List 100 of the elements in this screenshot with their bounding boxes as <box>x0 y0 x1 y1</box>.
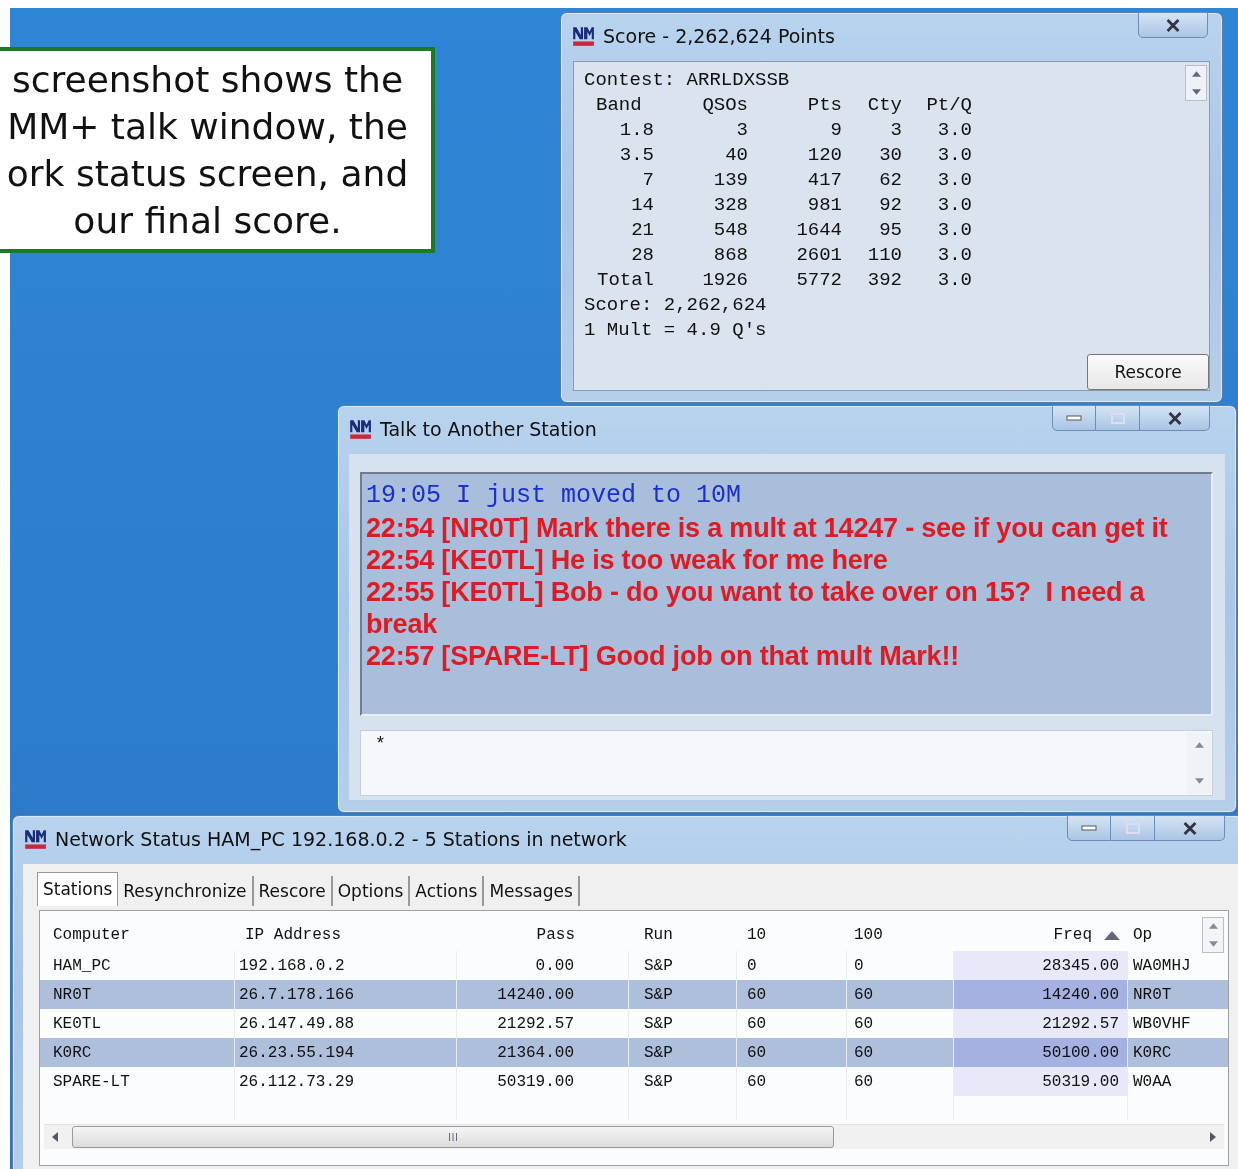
table-cell-text: 3.0 <box>936 218 972 243</box>
table-cell: 50319.00 <box>457 1067 629 1096</box>
horizontal-scrollbar[interactable] <box>44 1124 1224 1149</box>
rescore-button[interactable]: Rescore <box>1087 354 1209 390</box>
maximize-icon <box>1125 822 1140 834</box>
minimize-icon <box>1066 415 1082 421</box>
maximize-icon <box>1110 412 1125 424</box>
callout-text: our final score. <box>73 199 342 243</box>
table-cell-text: 5772 <box>795 268 842 293</box>
table-cell-text: 328 <box>712 193 748 218</box>
window-title: Score - 2,262,624 Points <box>603 25 835 47</box>
column-header[interactable]: 100 <box>847 919 954 951</box>
table-cell-text: W0AA <box>1132 1071 1173 1093</box>
column-header: Pts <box>806 93 842 118</box>
column-header[interactable]: Freq <box>954 919 1128 951</box>
table-cell-text: Total <box>596 268 654 293</box>
tab[interactable]: Resynchronize <box>118 876 254 906</box>
sort-ascending-icon <box>1104 930 1120 940</box>
message-input[interactable]: * <box>360 730 1213 796</box>
table-cell-text: 40 <box>724 143 748 168</box>
app-logo-icon <box>23 827 47 851</box>
table-cell-text: 28 <box>630 243 654 268</box>
column-header[interactable]: IP Address <box>235 919 457 951</box>
scrollbar[interactable] <box>1202 917 1224 953</box>
table-cell-text: 868 <box>712 243 748 268</box>
chat-message: 19:05 I just moved to 10M <box>366 480 743 512</box>
table-cell: SPARE-LT <box>40 1067 235 1096</box>
table-cell: 50100.00 <box>954 1038 1128 1067</box>
scroll-up-icon[interactable] <box>1191 71 1201 77</box>
table-cell: 21292.57 <box>954 1009 1128 1038</box>
maximize-button[interactable] <box>1111 815 1155 841</box>
table-cell-text: K0RC <box>1132 1042 1173 1064</box>
table-cell-text: 62 <box>878 168 902 193</box>
column-header[interactable]: Run <box>629 919 737 951</box>
tab[interactable]: Stations <box>37 872 119 906</box>
tab[interactable]: Options <box>332 876 411 906</box>
table-cell-text: 95 <box>878 218 902 243</box>
table-cell: K0RC <box>40 1038 235 1067</box>
table-cell-text: 120 <box>806 143 842 168</box>
column-header[interactable]: 10 <box>737 919 847 951</box>
tab[interactable]: Messages <box>484 876 580 906</box>
table-cell-text: 3.0 <box>936 143 972 168</box>
table-row[interactable]: K0RC 26.23.55.194 21364.00 S&P 60 60 50100.00 K0RC <box>40 1038 1228 1067</box>
table-cell: 14240.00 <box>457 980 629 1009</box>
table-cell: 26.112.73.29 <box>235 1067 457 1096</box>
column-header: Cty <box>866 93 902 118</box>
scroll-right-icon[interactable] <box>1210 1132 1216 1142</box>
table-cell: 50319.00 <box>954 1067 1128 1096</box>
table-cell: S&P <box>629 1067 737 1096</box>
table-cell: 60 <box>737 980 847 1009</box>
minimize-icon <box>1081 825 1097 831</box>
table-cell-text: 2601 <box>795 243 842 268</box>
table-cell-text: 548 <box>712 218 748 243</box>
table-cell: 60 <box>737 1067 847 1096</box>
table-row[interactable]: NR0T 26.7.178.166 14240.00 S&P 60 60 14240.00 NR0T <box>40 980 1228 1009</box>
table-cell: 60 <box>737 1038 847 1067</box>
minimize-button[interactable] <box>1067 815 1111 841</box>
chat-message: 22:57 [SPARE-LT] Good job on that mult Mark!! <box>366 640 960 672</box>
tab[interactable]: Actions <box>410 876 485 906</box>
table-cell-text: 3 <box>735 118 748 143</box>
table-cell-text: 7 <box>641 168 654 193</box>
scroll-up-icon[interactable] <box>1208 923 1218 929</box>
table-cell-text: 1.8 <box>618 118 654 143</box>
callout-text: screenshot shows the <box>11 58 404 102</box>
column-header[interactable]: Computer <box>40 919 235 951</box>
scroll-down-icon[interactable] <box>1191 89 1201 95</box>
table-cell-text: 110 <box>866 243 902 268</box>
close-icon <box>1181 821 1198 835</box>
scrollbar[interactable] <box>1185 65 1207 101</box>
table-cell-text: 14 <box>630 193 654 218</box>
score-total: Score: 2,262,624 <box>584 293 767 318</box>
table-cell-text: WB0VHF <box>1132 1013 1192 1035</box>
close-button[interactable] <box>1140 405 1210 431</box>
column-header[interactable]: Op <box>1128 919 1203 951</box>
column-header: Band <box>595 93 643 118</box>
chat-message: 22:54 [NR0T] Mark there is a mult at 14247 - see if you can get it <box>366 512 1169 544</box>
minimize-button[interactable] <box>1052 405 1096 431</box>
close-icon <box>1165 18 1181 32</box>
close-button[interactable] <box>1155 815 1225 841</box>
table-cell-text: 1644 <box>795 218 842 243</box>
scroll-left-icon[interactable] <box>52 1132 58 1142</box>
scroll-down-icon[interactable] <box>1194 778 1204 784</box>
app-logo-icon <box>348 417 372 441</box>
table-cell-text: 3.0 <box>936 268 972 293</box>
table-cell-text: 981 <box>806 193 842 218</box>
scroll-up-icon[interactable] <box>1194 742 1204 748</box>
scroll-down-icon[interactable] <box>1208 941 1218 947</box>
table-cell-text: WA0MHJ <box>1132 955 1192 977</box>
grip-icon <box>448 1133 458 1141</box>
table-cell: 26.7.178.166 <box>235 980 457 1009</box>
table-cell-text: 3 <box>889 118 902 143</box>
table-row[interactable]: SPARE-LT 26.112.73.29 50319.00 S&P 60 60 50319.00 W0AA <box>40 1067 1228 1096</box>
contest-label: Contest: ARRLDXSSB <box>584 68 790 93</box>
tab[interactable]: Rescore <box>253 876 333 906</box>
column-header: Pt/Q <box>925 93 972 118</box>
close-button[interactable] <box>1138 12 1208 38</box>
column-header[interactable]: Pass <box>457 919 629 951</box>
maximize-button[interactable] <box>1096 405 1140 431</box>
table-cell-text: 1926 <box>701 268 748 293</box>
table-cell-text: 3.0 <box>936 118 972 143</box>
